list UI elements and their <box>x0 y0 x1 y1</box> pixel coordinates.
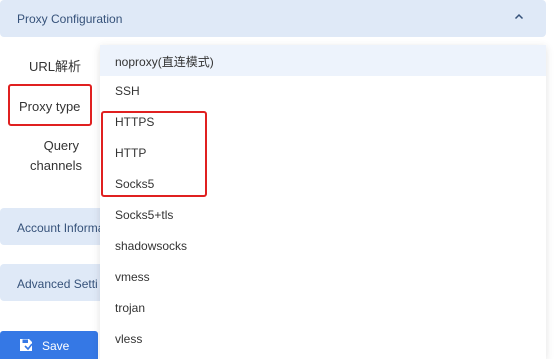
advanced-settings-title: Advanced Setti <box>17 277 98 291</box>
save-icon <box>20 339 33 351</box>
option-vless[interactable]: vless <box>100 324 546 355</box>
proxy-type-dropdown[interactable]: noproxy(直连模式) SSH HTTPS HTTP Socks5 Sock… <box>100 45 546 359</box>
chevron-up-icon[interactable] <box>514 12 524 22</box>
option-ssh[interactable]: SSH <box>100 76 546 107</box>
option-label: SSH <box>115 84 140 98</box>
option-label: vless <box>115 332 143 346</box>
proxy-type-highlight <box>8 84 92 126</box>
proxy-configuration-title: Proxy Configuration <box>17 12 123 26</box>
options-highlight <box>101 111 207 197</box>
option-label: noproxy(直连模式) <box>115 55 214 69</box>
option-label: trojan <box>115 301 146 315</box>
option-trojan[interactable]: trojan <box>100 293 546 324</box>
option-label: Socks5+tls <box>115 208 174 222</box>
account-information-title: Account Informa <box>17 221 105 235</box>
option-noproxy[interactable]: noproxy(直连模式) <box>100 45 546 76</box>
option-label: vmess <box>115 270 150 284</box>
query-channels-label: Query channels <box>30 138 83 173</box>
save-label: Save <box>42 339 70 353</box>
option-shadowsocks[interactable]: shadowsocks <box>100 231 546 262</box>
url-parse-label: URL解析 <box>29 59 82 74</box>
option-socks5-tls[interactable]: Socks5+tls <box>100 200 546 231</box>
save-button[interactable]: Save <box>0 331 98 359</box>
proxy-configuration-header[interactable]: Proxy Configuration <box>0 0 546 37</box>
option-vmess[interactable]: vmess <box>100 262 546 293</box>
option-label: shadowsocks <box>115 239 188 253</box>
